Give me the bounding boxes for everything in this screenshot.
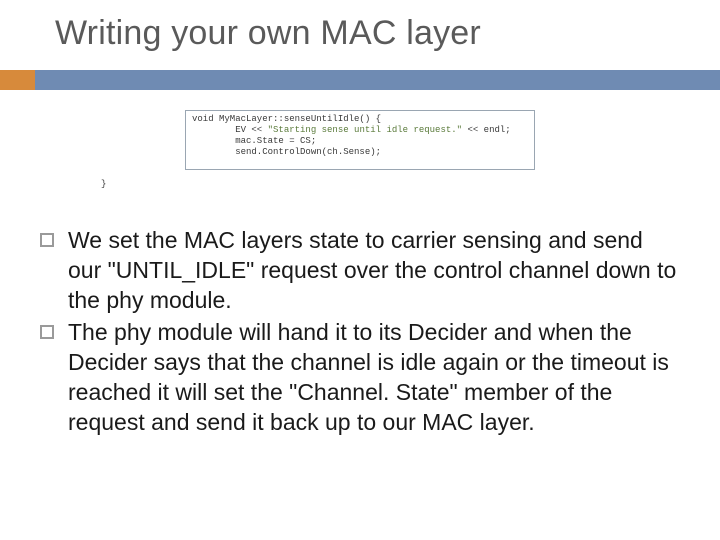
body-text: We set the MAC layers state to carrier s… <box>40 225 680 439</box>
code-line-2: EV << "Starting sense until idle request… <box>192 125 528 136</box>
code-line-5: send.ControlDown(ch.Sense); <box>192 147 528 158</box>
accent-bar-right <box>35 70 720 90</box>
accent-bar <box>0 70 720 90</box>
code-line-2-indent: EV << <box>192 125 268 135</box>
bullet-text: We set the MAC layers state to carrier s… <box>68 225 680 315</box>
code-line-3: mac.State = CS; <box>192 136 528 147</box>
bullet-item: We set the MAC layers state to carrier s… <box>40 225 680 315</box>
code-line-2-string: "Starting sense until idle request." <box>268 125 462 135</box>
code-snippet: void MyMacLayer::senseUntilIdle() { EV <… <box>185 110 535 170</box>
bullet-item: The phy module will hand it to its Decid… <box>40 317 680 437</box>
code-line-1: void MyMacLayer::senseUntilIdle() { <box>192 114 528 125</box>
accent-bar-left <box>0 70 35 90</box>
square-bullet-icon <box>40 233 54 247</box>
slide: Writing your own MAC layer void MyMacLay… <box>0 0 720 540</box>
stray-close-brace: } <box>101 179 106 189</box>
square-bullet-icon <box>40 325 54 339</box>
slide-title: Writing your own MAC layer <box>55 14 481 53</box>
bullet-text: The phy module will hand it to its Decid… <box>68 317 680 437</box>
code-line-2-post: << endl; <box>462 125 511 135</box>
